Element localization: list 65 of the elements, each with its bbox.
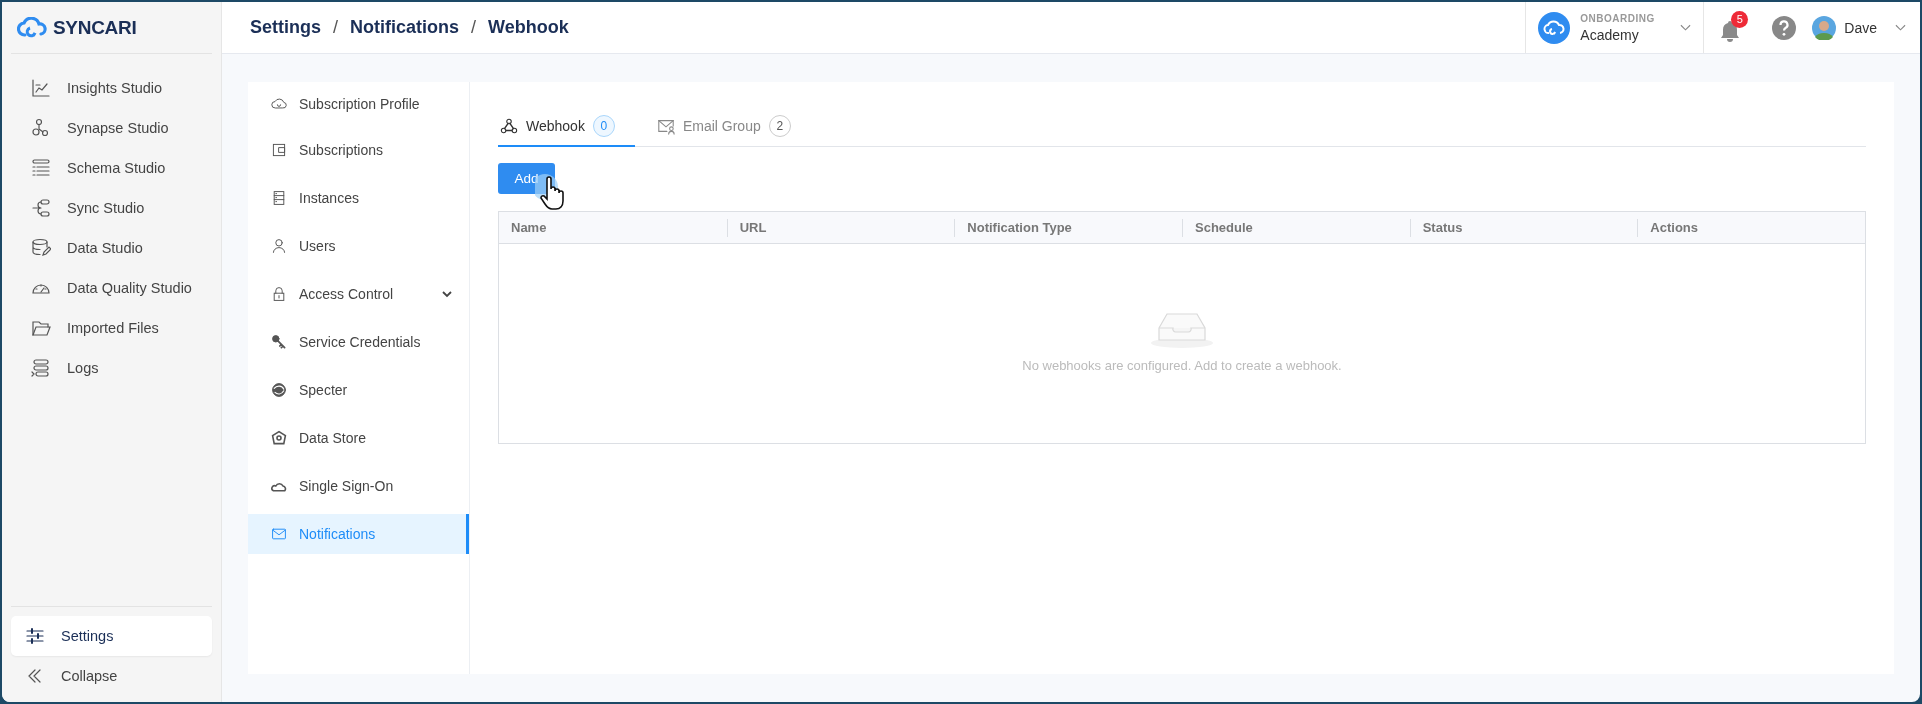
sidebar-item[interactable]: Logs [11,348,212,388]
workspace-caption: ONBOARDING [1580,12,1656,24]
lock-icon [271,286,287,302]
cloud-icon [1538,11,1571,44]
breadcrumb-separator: / [471,17,477,38]
chevron-down-icon [1680,23,1692,32]
sidebar-item[interactable]: Settings [11,616,212,656]
breadcrumb-separator: / [333,17,339,38]
settings-menu-item[interactable]: Subscription Profile [248,82,469,126]
settings-menu-item[interactable]: Users [248,222,469,270]
column-header: URL [726,218,955,237]
breadcrumb-link[interactable]: Settings [250,17,321,38]
settings-menu-item[interactable]: Single Sign-On [248,462,469,510]
swirl-icon [271,382,287,398]
server-icon [271,190,287,206]
tab-count: 0 [592,115,615,137]
envelope-icon [271,526,287,542]
cloud-logo-icon [17,16,47,39]
user-menu[interactable]: Dave [1812,15,1920,40]
column-header: Name [510,218,548,237]
database-icon [31,238,51,258]
help-icon[interactable] [1772,15,1797,40]
cloud-icon [271,96,287,112]
workspace-switcher[interactable]: ONBOARDING Academy [1525,2,1705,53]
flow-icon [31,198,51,218]
sidebar-item[interactable]: Insights Studio [11,68,212,108]
card-icon [271,142,287,158]
chart-icon [31,78,51,98]
key-icon [271,334,287,350]
brand-name: SYNCARI [53,16,137,39]
sidebar-item[interactable]: Data Studio [11,228,212,268]
column-header: Status [1409,218,1638,237]
sidebar-item[interactable]: Imported Files [11,308,212,348]
settings-menu-item[interactable]: Subscriptions [248,126,469,174]
workspace-name: Academy [1580,26,1640,43]
sidebar-item[interactable]: Synapse Studio [11,108,212,148]
avatar [1812,15,1837,40]
sidebar-item[interactable]: Data Quality Studio [11,268,212,308]
nodes-icon [31,118,51,138]
tab[interactable]: Webhook 0 [498,115,635,147]
webhook-icon [500,117,518,135]
column-header: Notification Type [954,218,1182,237]
breadcrumb-link[interactable]: Webhook [488,17,569,38]
sidebar-item[interactable]: Sync Studio [11,188,212,228]
settings-menu-item[interactable]: Access Control [248,270,469,318]
sliders-icon [25,626,45,646]
sidebar-item[interactable]: Schema Studio [11,148,212,188]
user-icon [271,238,287,254]
sidebar-item[interactable]: Collapse [11,656,212,696]
envelope-user-icon [656,117,675,135]
chevron-down-icon [1895,23,1906,32]
notifications-button[interactable]: 5 [1720,10,1751,45]
list-icon [31,158,51,178]
settings-menu-item[interactable]: Data Store [248,414,469,462]
folder-icon [31,318,51,338]
stack-icon [31,358,51,378]
column-header: Schedule [1182,218,1410,237]
breadcrumb-link[interactable]: Notifications [350,17,460,38]
notification-count: 5 [1731,10,1749,28]
empty-message: No webhooks are configured. Add to create a webhook. [1022,358,1342,373]
settings-menu-item[interactable]: Service Credentials [248,318,469,366]
settings-menu-item[interactable]: Instances [248,174,469,222]
tab[interactable]: Email Group 2 [654,115,795,147]
column-header: Actions [1637,218,1865,237]
settings-menu-item[interactable]: Specter [248,366,469,414]
